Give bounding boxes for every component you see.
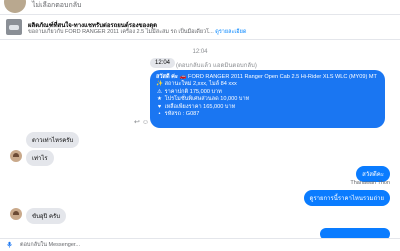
microphone-icon[interactable] [6,241,13,248]
car-model: FORD RANGER 2011 Ranger Open Cab 2.5 Hi-… [188,74,377,80]
composer-bar [0,238,400,251]
incoming-message[interactable]: ขับอุปิ ครับ [26,208,67,224]
car-details-line: ♥ เหลือเพียงราคา 165,000 บาท [156,104,379,111]
avatar[interactable] [10,208,22,220]
reply-reference-text: (ตอบกลับแล้ว แอดมินตอบกลับ) [176,63,257,69]
car-details-line: • รหัสรถ : G087 [156,111,379,118]
message-timestamp: 12:04 [192,49,208,55]
incoming-message[interactable]: เท่าไร [26,150,54,166]
sender-name: Thanawan Thon [350,180,390,186]
message-input[interactable] [20,240,320,249]
avatar[interactable] [4,0,26,13]
star-icon: ★ [156,96,162,103]
car-details-line: ✨ สถานะใหม่ 2,xxx, ไมล์ 84 xxx [156,81,379,88]
reply-icon[interactable]: ↩ [134,119,140,126]
heart-icon: ♥ [157,103,162,110]
greeting-label: สวัสดี ค่ะ [156,74,178,80]
sparkle-icon: ✨ [156,81,163,88]
incoming-message[interactable]: ดาวเท่าไหรครับ [26,132,80,148]
smile-icon[interactable]: ☺ [142,119,149,126]
pinned-description: ขอถามเกี่ยวกับ FORD RANGER 2011 เครื่อง … [28,28,246,36]
car-code: รหัสรถ : G087 [164,111,200,118]
message-actions: ↩ ☺ [134,118,149,126]
conversation-header: ไม่เลือกตอบกลับ [0,0,400,15]
avatar[interactable] [10,150,22,162]
view-details-link[interactable]: ดูรายละเอียด [215,29,246,35]
reply-chip[interactable]: 12:04 [150,58,176,68]
car-details-line: ★ โปรโมชั่นพิเศษส่วนลด 10,000 บาท [156,96,379,103]
car-thumbnail [6,19,22,35]
car-normal-price: ราคาปกติ 175,000 บาท [164,88,222,95]
outgoing-message[interactable]: ดูรายการนี้ราคาไหนรวมถ่าย [303,190,390,206]
pinned-product-card[interactable]: ผลิตภัณฑ์ที่สนใจ-ทางแชทรับต่อรถยนต์รองขอ… [0,15,400,40]
car-details-message[interactable]: สวัสดี ค่ะ 🚗 FORD RANGER 2011 Ranger Ope… [150,70,385,128]
bullet-icon: • [158,111,161,118]
reply-status: ไม่เลือกตอบกลับ [32,2,82,9]
car-final-price: เหลือเพียงราคา 165,000 บาท [164,103,236,110]
car-promotion: โปรโมชั่นพิเศษส่วนลด 10,000 บาท [164,96,250,103]
car-condition: สถานะใหม่ 2,xxx, ไมล์ 84 xxx [164,81,237,88]
pinned-description-text: ขอถามเกี่ยวกับ FORD RANGER 2011 เครื่อง … [28,29,214,35]
